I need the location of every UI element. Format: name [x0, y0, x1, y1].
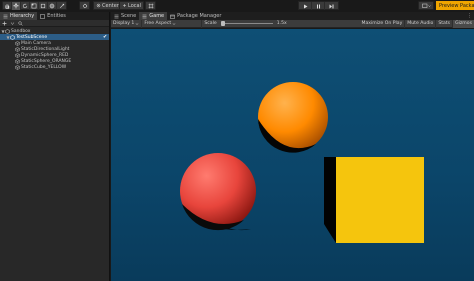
- tree-item-cube-yellow[interactable]: StaticCube_YELLOW: [0, 64, 109, 70]
- hierarchy-panel: Hierarchy Entities ▼ Sandbox ▼ TestSubSc…: [0, 12, 110, 281]
- aspect-dropdown[interactable]: Free Aspect: [142, 19, 203, 28]
- gameobject-icon: [15, 46, 20, 52]
- tab-hierarchy-label: Hierarchy: [10, 13, 35, 19]
- gear-icon[interactable]: [80, 2, 89, 10]
- hierarchy-toolbar: [0, 20, 109, 27]
- aspect-label: Free Aspect: [144, 21, 172, 26]
- tree-item-label: Sandbox: [11, 28, 31, 34]
- hierarchy-tabs: Hierarchy Entities: [0, 12, 109, 20]
- tree-item-label: StaticCube_YELLOW: [21, 64, 67, 70]
- game-render: [180, 82, 424, 243]
- play-icon: [303, 4, 307, 8]
- stats-label: Stats: [438, 21, 451, 26]
- gameobject-icon: [15, 64, 20, 70]
- chevron-down-icon: [135, 22, 139, 25]
- tab-entities[interactable]: Entities: [37, 12, 69, 20]
- game-viewport[interactable]: [111, 29, 474, 281]
- entities-icon: [40, 13, 45, 19]
- display-label: Display 1: [113, 21, 135, 26]
- tab-entities-label: Entities: [47, 13, 66, 19]
- gizmos-toggle[interactable]: Gizmos: [453, 19, 474, 28]
- sphere-red: [180, 153, 256, 231]
- local-label: Local: [128, 2, 141, 9]
- main-toolbar: Center Local Preview Packa: [0, 0, 474, 11]
- tree-item-label: StaticSphere_ORANGE: [21, 58, 72, 64]
- gameobject-icon: [15, 58, 20, 64]
- add-icon[interactable]: [2, 21, 7, 26]
- stats-toggle[interactable]: Stats: [436, 19, 454, 28]
- step-icon: [329, 4, 334, 8]
- tree-item-label: Main Camera: [21, 40, 51, 46]
- unity-scene-icon: [5, 28, 10, 34]
- list-icon: [3, 14, 8, 18]
- gameobject-icon: [15, 52, 20, 58]
- maximize-label: Maximize On Play: [361, 21, 403, 26]
- sphere-orange: [258, 82, 328, 153]
- move-tool-icon[interactable]: [12, 2, 21, 10]
- mute-audio-toggle[interactable]: Mute Audio: [405, 19, 437, 28]
- scene-icon: [114, 14, 119, 18]
- package-icon: [170, 14, 175, 19]
- scale-value: 1.5x: [276, 21, 287, 26]
- tab-package-manager-label: Package Manager: [177, 13, 222, 19]
- display-dropdown[interactable]: Display 1: [111, 19, 143, 28]
- subscene-icon: [10, 34, 15, 40]
- rotate-tool-icon[interactable]: [21, 2, 30, 10]
- maximize-on-play-toggle[interactable]: Maximize On Play: [360, 19, 406, 28]
- game-icon: [142, 14, 147, 18]
- step-button[interactable]: [325, 2, 338, 10]
- play-controls: [298, 1, 339, 10]
- cube-yellow: [324, 157, 424, 243]
- layout-dropdown[interactable]: [419, 2, 433, 10]
- pause-icon: [316, 4, 320, 8]
- layout-group: [418, 1, 434, 10]
- preview-packages-button[interactable]: Preview Packa: [436, 1, 474, 10]
- settings-tools: [79, 1, 90, 10]
- layout-icon: [421, 3, 431, 8]
- tab-hierarchy[interactable]: Hierarchy: [0, 12, 38, 20]
- gizmos-label: Gizmos: [455, 21, 472, 26]
- gameobject-icon: [15, 40, 20, 46]
- rect-tool-icon[interactable]: [39, 2, 48, 10]
- grid-snap-icon[interactable]: [146, 2, 155, 10]
- chevron-down-icon[interactable]: [10, 21, 15, 26]
- transform-tool-icon[interactable]: [48, 2, 57, 10]
- tree-item-label: StaticDirectionalLight: [21, 46, 70, 52]
- search-icon[interactable]: [18, 20, 23, 26]
- pivot-local-button[interactable]: Local: [119, 1, 144, 10]
- chevron-down-icon: [172, 22, 176, 25]
- custom-tool-icon[interactable]: [57, 2, 66, 10]
- game-view-bar: Display 1 Free Aspect Scale 1.5x Maximiz…: [111, 19, 474, 28]
- tree-item-label: DynamicSphere_RED: [21, 52, 69, 58]
- tab-scene-label: Scene: [121, 13, 137, 19]
- checkbox-icon[interactable]: ✔: [103, 34, 108, 40]
- pause-button[interactable]: [312, 2, 325, 10]
- mute-label: Mute Audio: [407, 21, 434, 26]
- transform-tools: [2, 1, 67, 10]
- grid-snap-group: [145, 1, 156, 10]
- more-options-icon[interactable]: ⋮: [467, 13, 472, 19]
- tree-item-label: TestSubScene: [16, 34, 48, 40]
- pivot-icon: [96, 3, 101, 8]
- hand-tool-icon[interactable]: [3, 2, 12, 10]
- scale-control: Scale 1.5x: [202, 20, 288, 28]
- play-button[interactable]: [299, 2, 312, 10]
- pivot-center-button[interactable]: Center: [93, 1, 122, 10]
- hierarchy-tree: ▼ Sandbox ▼ TestSubScene ✔ Main Camera S…: [0, 28, 109, 70]
- scale-tool-icon[interactable]: [30, 2, 39, 10]
- tab-game-label: Game: [149, 13, 165, 19]
- center-label: Center: [102, 2, 119, 9]
- scale-label: Scale: [204, 21, 217, 26]
- scale-slider[interactable]: [220, 21, 273, 26]
- scale-slider-handle[interactable]: [220, 21, 225, 26]
- local-icon: [123, 4, 126, 7]
